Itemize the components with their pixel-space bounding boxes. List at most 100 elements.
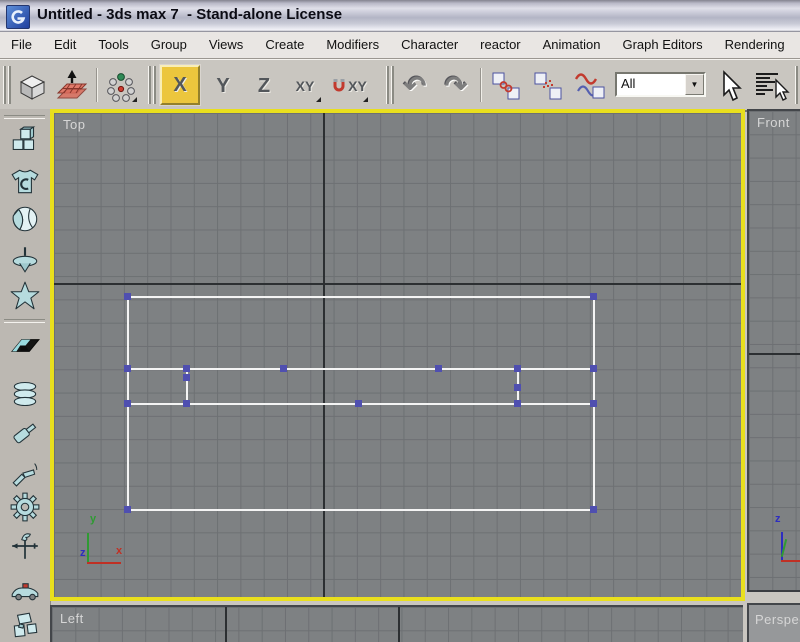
redo-button[interactable]: ↷	[438, 68, 474, 104]
toolbar-grip[interactable]	[148, 66, 156, 104]
viewport-front[interactable]: Front z	[747, 109, 800, 592]
cloth-collection-icon	[11, 169, 39, 194]
viewport-perspective[interactable]: Perspec	[747, 603, 800, 642]
viewport-top[interactable]: Top y x z	[50, 109, 745, 601]
shape-vertex[interactable]	[124, 293, 131, 300]
select-and-link-icon	[492, 72, 520, 100]
soft-body-collection-button[interactable]	[8, 202, 42, 236]
linear-dashpot-button[interactable]	[8, 416, 42, 450]
tripod-z-label: z	[80, 547, 86, 559]
toolbar-grip[interactable]	[386, 66, 394, 104]
world-axis-horizontal	[749, 353, 800, 355]
shape-segment[interactable]	[127, 368, 593, 370]
menu-item-character[interactable]: Character	[390, 33, 469, 57]
tripod-y-axis	[87, 533, 89, 563]
shape-segment[interactable]	[127, 296, 593, 298]
select-by-name-button[interactable]	[750, 68, 794, 104]
menu-item-graph-editors[interactable]: Graph Editors	[611, 33, 713, 57]
unlink-selection-button[interactable]	[530, 68, 566, 104]
spring-button[interactable]	[8, 377, 42, 411]
rigid-body-collection-button[interactable]	[8, 125, 42, 159]
viewport-left[interactable]: Left	[50, 605, 743, 642]
viewport-front-label[interactable]: Front	[757, 115, 790, 130]
menu-item-reactor[interactable]: reactor	[469, 33, 531, 57]
fracture-button[interactable]	[8, 609, 42, 642]
unlink-selection-icon	[534, 72, 562, 100]
restrict-y-button[interactable]: Y	[205, 68, 241, 104]
toy-car-button[interactable]	[8, 571, 42, 605]
shape-vertex[interactable]	[435, 365, 442, 372]
menu-item-tools[interactable]: Tools	[87, 33, 139, 57]
shape-vertex[interactable]	[355, 400, 362, 407]
shape-vertex[interactable]	[183, 374, 190, 381]
shape-vertex[interactable]	[514, 400, 521, 407]
menu-item-views[interactable]: Views	[198, 33, 254, 57]
plane-button[interactable]	[8, 328, 42, 362]
restrict-xy-plane-button[interactable]: XY	[287, 68, 323, 104]
shape-vertex[interactable]	[183, 365, 190, 372]
menu-item-file[interactable]: File	[0, 33, 43, 57]
shape-vertex[interactable]	[183, 400, 190, 407]
world-axis-vertical	[323, 113, 325, 597]
deforming-mesh-collection-button[interactable]	[8, 279, 42, 313]
restrict-z-button[interactable]: Z	[246, 68, 282, 104]
select-object-button[interactable]	[710, 68, 746, 104]
motor-button[interactable]	[8, 490, 42, 524]
select-and-link-button[interactable]	[488, 68, 524, 104]
tripod-x-axis	[87, 562, 121, 564]
shape-segment[interactable]	[127, 509, 593, 511]
cloth-collection-button[interactable]	[8, 165, 42, 199]
snapshot-box-button[interactable]	[14, 68, 50, 104]
shape-vertex[interactable]	[514, 384, 521, 391]
viewport-top-label[interactable]: Top	[63, 117, 85, 132]
select-object-cursor-icon	[723, 70, 742, 102]
viewport-perspective-label[interactable]: Perspec	[755, 612, 800, 627]
undo-button[interactable]: ↶	[397, 68, 433, 104]
shape-vertex[interactable]	[590, 506, 597, 513]
toolbar-grip[interactable]	[795, 66, 800, 104]
array-button[interactable]	[103, 68, 139, 104]
shape-vertex[interactable]	[124, 400, 131, 407]
restrict-x-button[interactable]: X	[160, 65, 200, 105]
menu-item-rendering[interactable]: Rendering	[714, 33, 796, 57]
menu-item-modifiers[interactable]: Modifiers	[315, 33, 390, 57]
wind-button[interactable]	[8, 529, 42, 563]
title-bar[interactable]: Untitled - 3ds max 7 - Stand-alone Licen…	[0, 0, 800, 32]
viewport-left-label[interactable]: Left	[60, 611, 84, 626]
chevron-down-icon[interactable]: ▼	[685, 74, 704, 95]
snaps-axis-constraint-button[interactable]: XY	[328, 68, 370, 104]
shape-vertex[interactable]	[124, 365, 131, 372]
reactor-toolbar	[0, 109, 51, 642]
3ds-max-window: Untitled - 3ds max 7 - Stand-alone Licen…	[0, 0, 800, 642]
bind-to-space-warp-button[interactable]	[572, 68, 608, 104]
toolbar-grip[interactable]	[3, 66, 11, 104]
angular-dashpot-icon	[12, 463, 38, 487]
menu-bar: File Edit Tools Group Views Create Modif…	[0, 32, 800, 59]
selection-filter-dropdown[interactable]: All ▼	[615, 72, 706, 97]
angular-dashpot-button[interactable]	[8, 454, 42, 488]
wind-icon	[12, 533, 38, 559]
menu-item-create[interactable]: Create	[254, 33, 315, 57]
window-title: Untitled - 3ds max 7 - Stand-alone Licen…	[37, 6, 343, 23]
toolbar-separator	[96, 68, 98, 102]
selection-filter-value: All	[621, 76, 636, 91]
menu-item-customize[interactable]: Custo	[796, 33, 800, 57]
shape-vertex[interactable]	[590, 400, 597, 407]
menu-item-animation[interactable]: Animation	[532, 33, 612, 57]
box-icon	[19, 75, 46, 100]
rope-collection-button[interactable]	[8, 242, 42, 276]
fracture-icon	[13, 612, 38, 638]
shape-vertex[interactable]	[514, 365, 521, 372]
shape-vertex[interactable]	[590, 293, 597, 300]
rigid-body-collection-icon	[12, 126, 36, 150]
menu-item-group[interactable]: Group	[140, 33, 198, 57]
menu-item-edit[interactable]: Edit	[43, 33, 87, 57]
soft-body-collection-icon	[12, 206, 38, 232]
world-axis-vertical	[225, 607, 227, 642]
shape-vertex[interactable]	[280, 365, 287, 372]
sidebar-separator	[4, 319, 45, 323]
shape-vertex[interactable]	[124, 506, 131, 513]
autogrid-button[interactable]	[54, 68, 90, 104]
tripod-x-label: x	[116, 545, 123, 557]
shape-vertex[interactable]	[590, 365, 597, 372]
